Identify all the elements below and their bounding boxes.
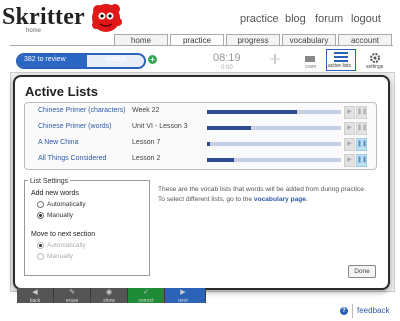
footer-divider bbox=[352, 304, 353, 318]
play-icon[interactable]: ▶ bbox=[344, 154, 355, 167]
pause-icon[interactable]: ❚❚ bbox=[356, 122, 367, 135]
practice-toolbar: ◀ back ✎ erase ◉ show ✓ correct ▶ next bbox=[17, 288, 206, 304]
dialog-title: Active Lists bbox=[25, 84, 98, 99]
active-lists-button[interactable]: active lists bbox=[326, 49, 356, 71]
next-button[interactable]: ▶ next bbox=[165, 288, 206, 304]
cram-label: cram bbox=[305, 64, 317, 70]
erase-icon: ✎ bbox=[69, 289, 75, 296]
list-section: Week 22 bbox=[132, 107, 160, 114]
radio-icon[interactable] bbox=[37, 201, 44, 208]
move-automatically-radio[interactable]: Automatically bbox=[37, 242, 86, 249]
list-section: Lesson 7 bbox=[132, 139, 161, 146]
erase-label: erase bbox=[65, 298, 79, 304]
show-label: show bbox=[103, 298, 115, 304]
review-progress-bar[interactable]: 382 to review added bbox=[16, 53, 146, 69]
next-label: next bbox=[178, 298, 188, 304]
active-lists-label: active lists bbox=[328, 63, 352, 69]
cram-icon[interactable] bbox=[303, 54, 317, 64]
erase-button[interactable]: ✎ erase bbox=[54, 288, 91, 304]
help-icon[interactable]: ? bbox=[340, 307, 348, 315]
correct-button[interactable]: ✓ correct bbox=[128, 288, 165, 304]
study-timer: 08:19 bbox=[213, 52, 241, 64]
list-item: All Things Considered Lesson 2 ▶ ❚❚ bbox=[25, 152, 376, 168]
logo-home-label: home bbox=[26, 28, 42, 34]
list-settings-title: List Settings bbox=[28, 178, 71, 185]
done-button[interactable]: Done bbox=[348, 265, 376, 278]
list-progress-fill bbox=[207, 158, 234, 162]
item-timer: 0:00 bbox=[221, 65, 233, 71]
next-icon: ▶ bbox=[180, 289, 186, 296]
add-new-words-heading: Add new words bbox=[31, 190, 79, 197]
back-button[interactable]: ◀ back bbox=[17, 288, 54, 304]
radio-label: Automatically bbox=[47, 201, 86, 209]
eye-icon: ◉ bbox=[105, 289, 113, 296]
list-progress-bar bbox=[207, 158, 341, 162]
nav-practice-link[interactable]: practice bbox=[240, 13, 279, 25]
radio-selected-icon[interactable] bbox=[37, 242, 44, 249]
nav-logout-link[interactable]: logout bbox=[351, 13, 381, 25]
list-progress-fill bbox=[207, 110, 297, 114]
tab-divider bbox=[10, 45, 393, 46]
active-lists-dialog: Active Lists Chinese Primer (characters)… bbox=[13, 75, 390, 290]
list-item: A New China Lesson 7 ▶ ❚❚ bbox=[25, 136, 376, 152]
play-icon[interactable]: ▶ bbox=[344, 106, 355, 119]
back-label: back bbox=[29, 298, 41, 304]
play-icon[interactable]: ▶ bbox=[344, 122, 355, 135]
list-item: Chinese Primer (characters) Week 22 ▶ ❚❚ bbox=[25, 104, 376, 120]
check-icon: ✓ bbox=[143, 289, 149, 296]
info-text: These are the vocab lists that words wil… bbox=[158, 185, 373, 205]
list-progress-bar bbox=[207, 110, 341, 114]
radio-label: Manually bbox=[47, 212, 74, 220]
radio-label: Automatically bbox=[47, 242, 86, 250]
nav-blog-link[interactable]: blog bbox=[285, 13, 306, 25]
correct-label: correct bbox=[138, 298, 154, 304]
add-words-button[interactable]: + bbox=[148, 55, 157, 64]
nav-forum-link[interactable]: forum bbox=[315, 13, 343, 25]
radio-selected-icon[interactable] bbox=[37, 212, 44, 219]
pace-icon[interactable] bbox=[268, 54, 282, 64]
review-count-label: 382 to review bbox=[24, 56, 66, 63]
mascot-icon bbox=[92, 4, 122, 32]
list-name-link[interactable]: A New China bbox=[38, 139, 78, 146]
radio-label: Manually bbox=[47, 253, 74, 261]
add-automatically-radio[interactable]: Automatically bbox=[37, 201, 86, 208]
list-progress-fill bbox=[207, 126, 252, 130]
list-section: Unit VI - Lesson 3 bbox=[132, 123, 188, 130]
info-end: . bbox=[305, 196, 308, 203]
skritter-logo[interactable]: Skritter bbox=[2, 4, 85, 31]
list-name-link[interactable]: Chinese Primer (words) bbox=[38, 123, 112, 130]
vocabulary-page-link[interactable]: vocabulary page bbox=[254, 196, 306, 203]
add-manually-radio[interactable]: Manually bbox=[37, 212, 73, 219]
list-progress-bar bbox=[207, 142, 341, 146]
list-name-link[interactable]: All Things Considered bbox=[38, 155, 106, 162]
back-icon: ◀ bbox=[32, 289, 38, 296]
list-icon bbox=[334, 52, 348, 62]
move-manually-radio[interactable]: Manually bbox=[37, 253, 73, 260]
move-to-next-heading: Move to next section bbox=[31, 231, 96, 238]
pause-icon[interactable]: ❚❚ bbox=[356, 106, 367, 119]
pause-icon[interactable]: ❚❚ bbox=[356, 138, 367, 151]
review-added-label: added bbox=[106, 56, 126, 63]
settings-label: settings bbox=[366, 64, 384, 70]
radio-icon[interactable] bbox=[37, 253, 44, 260]
list-progress-bar bbox=[207, 126, 341, 130]
active-lists-table: Chinese Primer (characters) Week 22 ▶ ❚❚… bbox=[24, 102, 377, 170]
list-progress-fill bbox=[207, 142, 210, 146]
list-name-link[interactable]: Chinese Primer (characters) bbox=[38, 107, 126, 114]
show-button[interactable]: ◉ show bbox=[91, 288, 128, 304]
list-section: Lesson 2 bbox=[132, 155, 161, 162]
feedback-link[interactable]: feedback bbox=[357, 306, 389, 315]
list-item: Chinese Primer (words) Unit VI - Lesson … bbox=[25, 120, 376, 136]
pause-icon[interactable]: ❚❚ bbox=[356, 154, 367, 167]
play-icon[interactable]: ▶ bbox=[344, 138, 355, 151]
